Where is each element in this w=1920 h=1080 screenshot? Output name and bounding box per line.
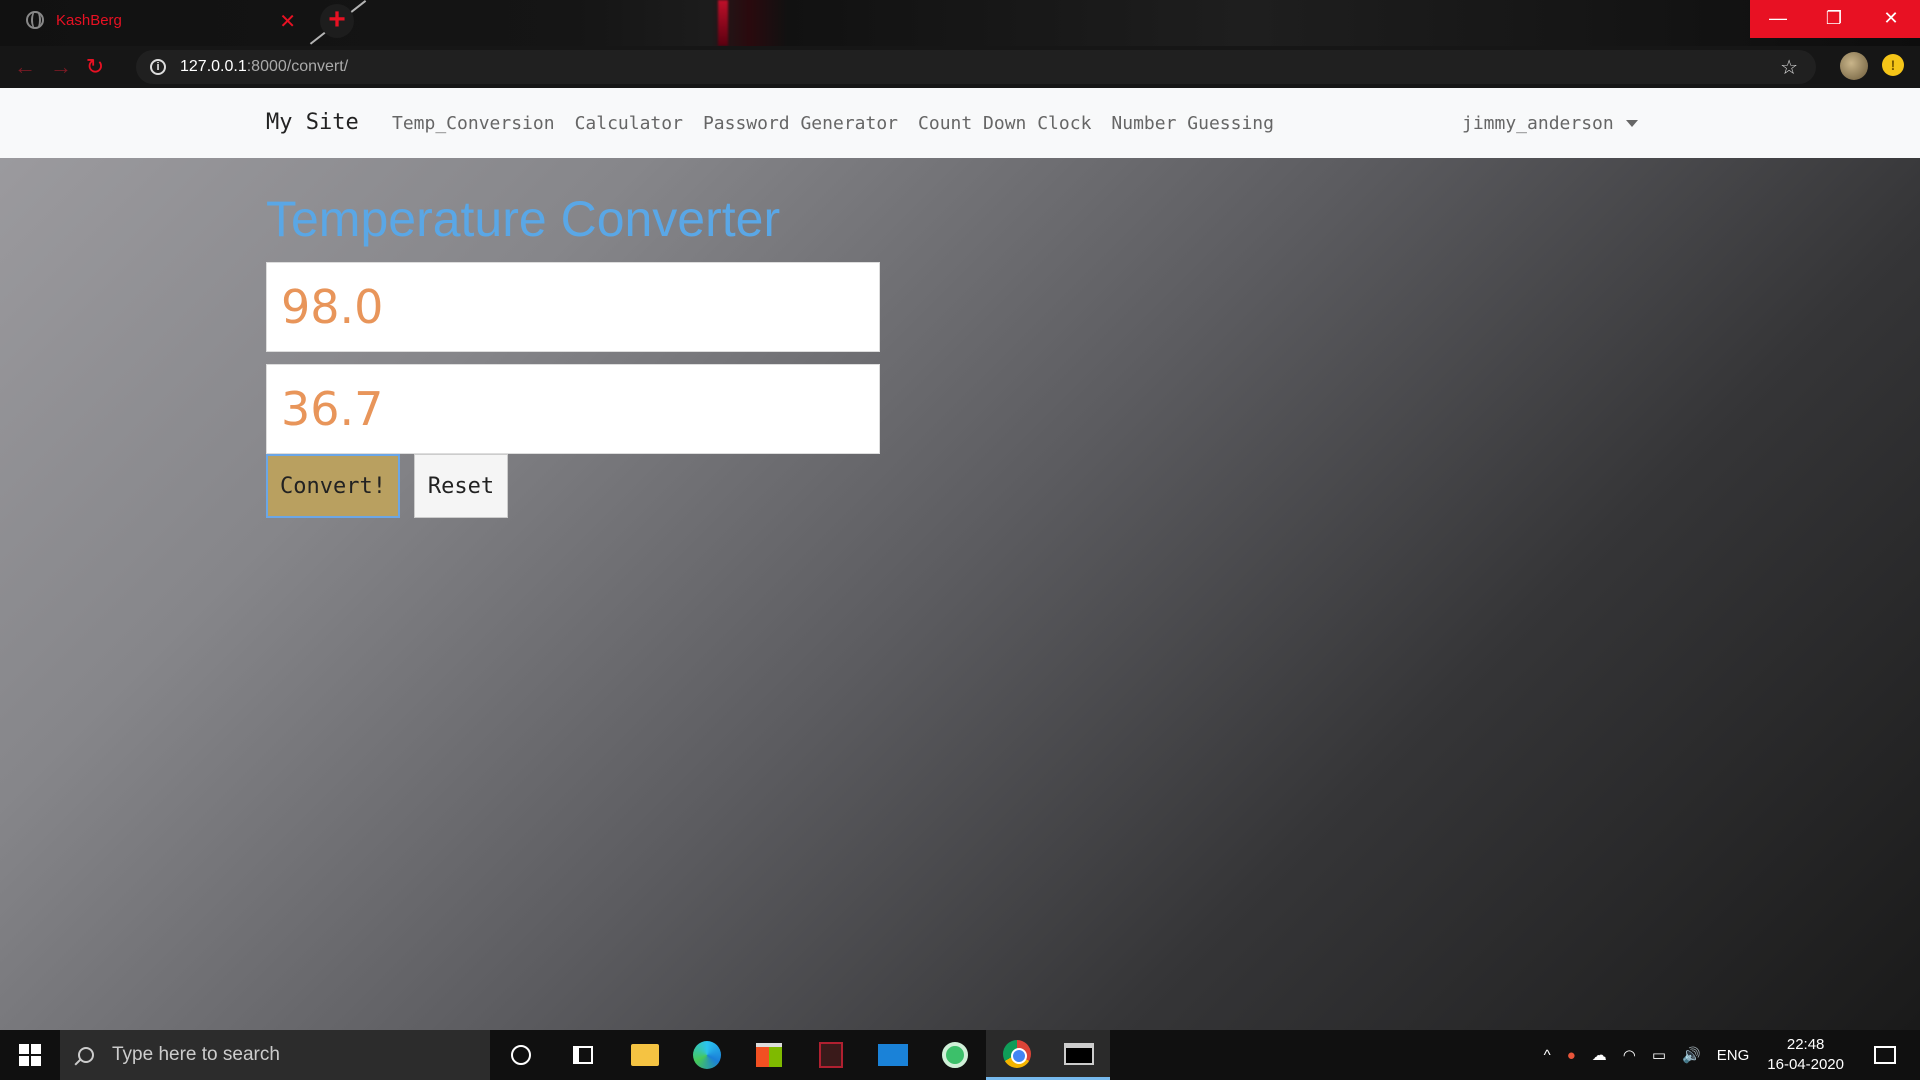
caret-down-icon [1625,120,1638,127]
taskbar: Type here to search ^ ● ☁ ◠ ▭ 🔊 ENG 22:4… [0,1030,1920,1080]
terminal-button[interactable] [1048,1030,1110,1080]
volume-icon[interactable]: 🔊 [1682,1046,1701,1064]
wallpaper-glow [718,0,728,46]
chrome-icon [1003,1039,1031,1068]
clock[interactable]: 22:48 16-04-2020 [1767,1035,1844,1075]
globe-icon [26,11,44,29]
page-content: My Site Temp_Conversion Calculator Passw… [0,88,1920,1030]
nav-links: Temp_Conversion Calculator Password Gene… [392,113,1294,134]
back-icon[interactable]: ← [8,54,42,80]
browser-toolbar: ← → ↻ i 127.0.0.1:8000/convert/ ☆ [0,46,1920,88]
edge-icon [693,1041,721,1069]
clock-time: 22:48 [1786,1036,1825,1053]
acer-app-button[interactable] [800,1030,862,1080]
task-view-button[interactable] [552,1030,614,1080]
info-icon[interactable]: i [150,59,166,75]
nav-link-number-guessing[interactable]: Number Guessing [1111,113,1274,134]
task-view-icon [573,1046,593,1064]
cortana-icon [511,1045,531,1065]
nav-link-temp-conversion[interactable]: Temp_Conversion [392,113,555,134]
page-title: Temperature Converter [266,191,781,247]
username: jimmy_anderson [1462,113,1614,134]
address-bar[interactable]: i 127.0.0.1:8000/convert/ ☆ [136,50,1816,84]
url-host: 127.0.0.1 [180,58,247,75]
convert-button[interactable]: Convert! [266,454,400,518]
site-navbar: My Site Temp_Conversion Calculator Passw… [0,88,1920,158]
store-icon [756,1043,782,1067]
start-button[interactable] [0,1030,60,1080]
forward-icon[interactable]: → [44,54,78,80]
predator-icon [819,1042,843,1068]
terminal-icon [1064,1042,1094,1065]
restore-button[interactable]: ❐ [1806,0,1862,38]
battery-icon[interactable]: ▭ [1652,1046,1666,1064]
user-dropdown[interactable]: jimmy_anderson [1462,113,1638,134]
notification-icon[interactable] [1874,1046,1896,1064]
nav-link-calculator[interactable]: Calculator [575,113,683,134]
url-path: :8000/convert/ [246,58,349,75]
language-indicator[interactable]: ENG [1717,1047,1750,1064]
search-icon [78,1047,94,1063]
reset-button[interactable]: Reset [414,454,508,518]
wifi-icon[interactable]: ◠ [1623,1046,1636,1064]
tab-close-icon[interactable]: ✕ [279,9,296,34]
maps-button[interactable] [924,1030,986,1080]
chrome-button[interactable] [986,1030,1048,1080]
windows-logo-icon [19,1044,41,1066]
system-tray: ^ ● ☁ ◠ ▭ 🔊 ENG 22:48 16-04-2020 [1536,1030,1920,1080]
store-button[interactable] [738,1030,800,1080]
profile-avatar[interactable] [1840,52,1868,80]
extension-icon[interactable]: ! [1882,54,1904,76]
new-tab-button[interactable]: + [320,4,354,38]
nav-link-password-generator[interactable]: Password Generator [703,113,898,134]
maps-icon [942,1042,968,1068]
tab-title: KashBerg [56,11,122,29]
tray-caret-icon[interactable]: ^ [1544,1047,1551,1064]
close-window-button[interactable]: ✕ [1862,0,1920,38]
site-brand[interactable]: My Site [266,110,359,135]
bookmark-star-icon[interactable]: ☆ [1780,55,1798,80]
folder-icon [631,1044,659,1066]
mail-button[interactable] [862,1030,924,1080]
minimize-button[interactable]: — [1750,0,1806,38]
edge-button[interactable] [676,1030,738,1080]
search-placeholder: Type here to search [112,1044,280,1065]
file-explorer-button[interactable] [614,1030,676,1080]
clock-date: 16-04-2020 [1767,1056,1844,1073]
browser-title-bar: KashBerg ✕ + — ❐ ✕ [0,0,1920,46]
reload-icon[interactable]: ↻ [78,54,112,80]
onedrive-icon[interactable]: ☁ [1592,1046,1607,1064]
celsius-output[interactable]: 36.7 [266,364,880,454]
fahrenheit-input[interactable]: 98.0 [266,262,880,352]
taskbar-search[interactable]: Type here to search [60,1030,490,1080]
mail-icon [878,1044,908,1066]
browser-tab[interactable]: KashBerg ✕ [10,0,310,40]
nav-link-count-down-clock[interactable]: Count Down Clock [918,113,1091,134]
cortana-button[interactable] [490,1030,552,1080]
antivirus-icon[interactable]: ● [1567,1047,1576,1064]
